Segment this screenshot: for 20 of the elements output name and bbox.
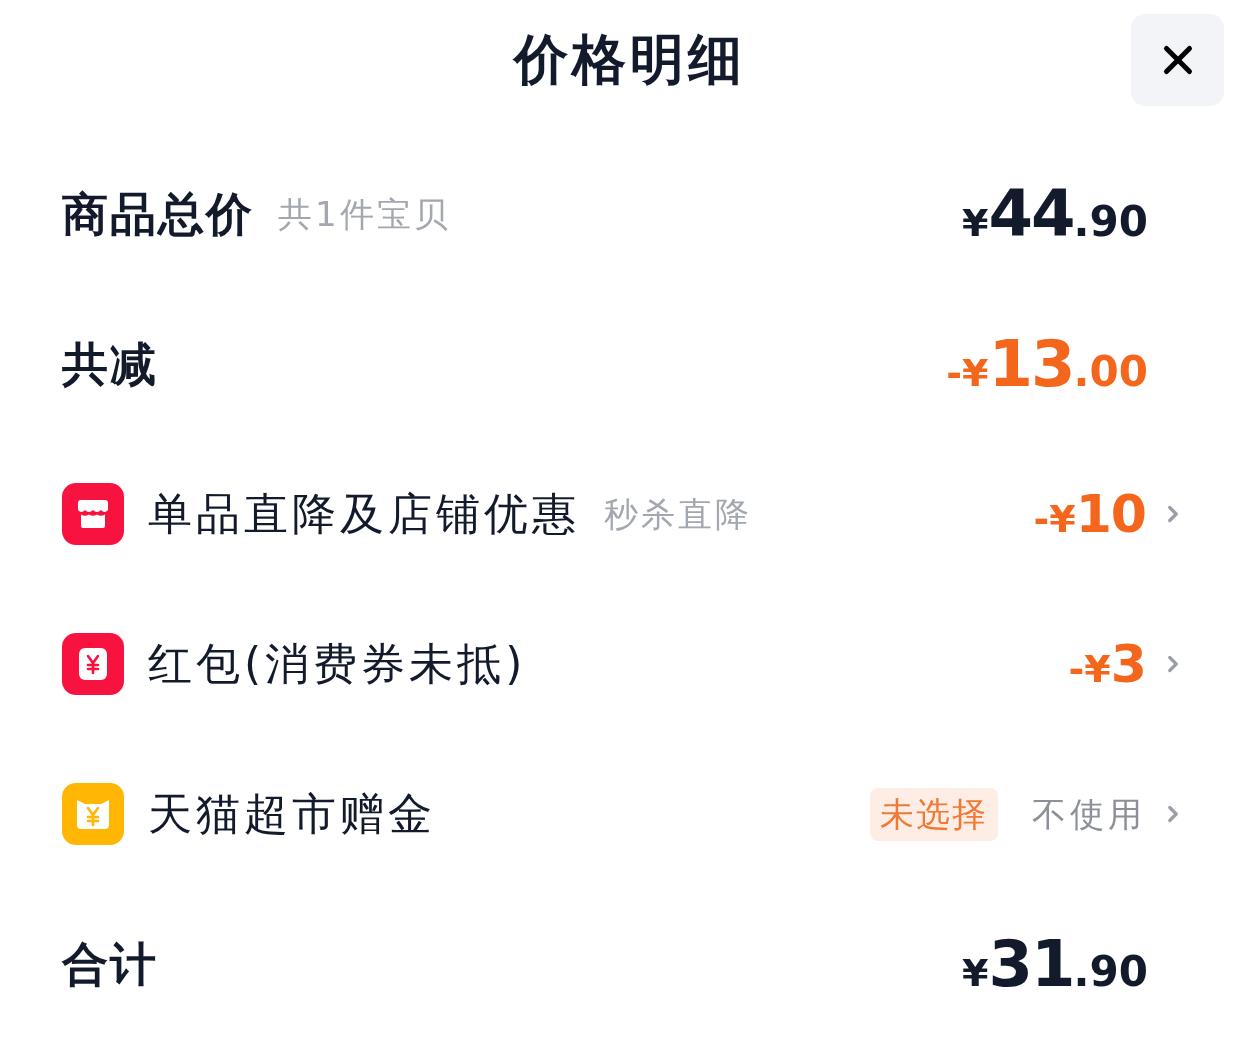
row-label: 合计	[62, 935, 158, 993]
row-note: 秒杀直降	[604, 492, 752, 536]
price-text: -¥3	[1068, 638, 1146, 690]
close-button[interactable]	[1131, 14, 1224, 106]
price-text: -¥10	[1033, 488, 1146, 540]
cat-yen-icon	[62, 783, 124, 845]
price-text: ¥44.90	[962, 182, 1148, 246]
row-label: 商品总价	[62, 185, 254, 243]
row-label: 红包(消费券未抵)	[148, 637, 527, 691]
price-text: -¥13.00	[946, 332, 1148, 396]
row-label: 天猫超市赠金	[148, 787, 436, 841]
price-text: ¥31.90	[962, 932, 1148, 996]
row-label: 单品直降及店铺优惠	[148, 487, 580, 541]
row-note: 共1件宝贝	[278, 192, 451, 236]
dialog-title: 价格明细	[514, 33, 746, 87]
yen-card-icon	[62, 633, 124, 695]
row-label: 共减	[62, 335, 158, 393]
option-value: 不使用	[1032, 792, 1146, 836]
status-tag: 未选择	[870, 787, 998, 841]
shop-icon	[62, 483, 124, 545]
